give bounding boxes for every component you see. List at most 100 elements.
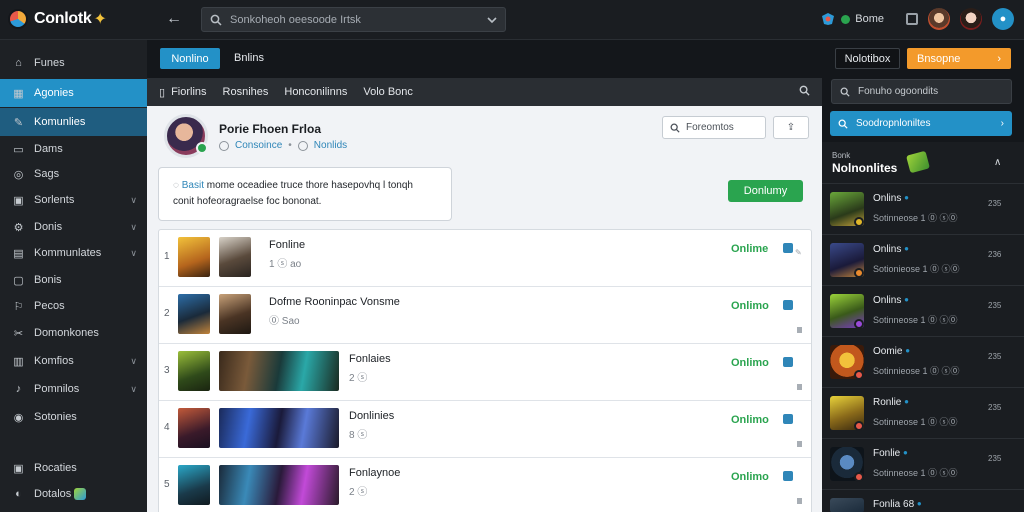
- sidebar-item-funes[interactable]: ⌂ Funes: [0, 50, 147, 76]
- friend-count: 235: [988, 454, 1002, 463]
- notify-button[interactable]: Nolotibox: [835, 48, 900, 69]
- lock-icon[interactable]: [783, 357, 793, 367]
- scroll-tick: [797, 384, 802, 390]
- status-dot-icon: [854, 319, 864, 329]
- friend-item[interactable]: Onlins ● Sotionieose 1 ⓪ ⓢ⓪ 236: [822, 234, 1024, 285]
- user-avatar[interactable]: [960, 8, 982, 30]
- sidebar-item-sags[interactable]: ◎ Sags: [0, 161, 147, 187]
- find-field[interactable]: [662, 116, 766, 139]
- gamepad-icon: ◎: [13, 168, 24, 181]
- online-heading[interactable]: Bnlins: [234, 52, 264, 64]
- friend-item[interactable]: Onlins ● Sotinneose 1 ⓪ ⓢ⓪ 235: [822, 183, 1024, 234]
- sparkle-icon: [74, 488, 87, 500]
- edit-icon[interactable]: ✎: [795, 248, 802, 257]
- account-icon[interactable]: ●: [992, 8, 1014, 30]
- users-icon: ▤: [13, 247, 24, 260]
- lock-icon[interactable]: [783, 414, 793, 424]
- tab-bar: ▯ Fiorlins Rosnihes Honconilinns Volo Bon…: [147, 78, 822, 106]
- friend-item[interactable]: Fonlia 68 ●: [822, 489, 1024, 512]
- window-icon[interactable]: [906, 13, 918, 25]
- globe-icon: [297, 140, 308, 151]
- sidebar-item-agonies[interactable]: ▦ Agonies: [0, 79, 147, 107]
- top-search-bar[interactable]: [201, 7, 506, 32]
- friend-status: Sotinneose 1 ⓪ ⓢ⓪: [873, 213, 958, 223]
- lock-icon[interactable]: [783, 471, 793, 481]
- notice-link[interactable]: Basit: [182, 180, 204, 191]
- friend-name-text: Onlins: [873, 193, 902, 204]
- table-row[interactable]: 5 Fonlaynoe 2 ⓢ Onlimo: [159, 458, 811, 512]
- status-dot-icon: [854, 370, 864, 380]
- friend-avatar: [830, 498, 864, 512]
- orange-action-button[interactable]: Bnsopne ›: [907, 48, 1011, 69]
- logo-icon: [8, 9, 28, 29]
- sidebar-item-label: Funes: [34, 57, 65, 69]
- chevron-right-icon: ›: [997, 52, 1001, 65]
- app-logo[interactable]: Conlotk ✦: [8, 6, 107, 32]
- chevron-up-icon[interactable]: ∧: [994, 157, 1001, 168]
- sidebar-item-bonis[interactable]: ▢ Bonis: [0, 267, 147, 293]
- sidebar-item-kommunlates[interactable]: ▤ Kommunlates ∨: [0, 240, 147, 266]
- friends-filter-button[interactable]: Soodropnloniltes ›: [830, 111, 1012, 136]
- profile-badge[interactable]: Bome: [820, 12, 884, 26]
- tab-rosnihes[interactable]: Rosnihes: [223, 86, 269, 98]
- friend-name-text: Fonlie: [873, 448, 901, 459]
- row-number: 5: [164, 479, 170, 490]
- sidebar-item-komfios[interactable]: ▥ Komfios ∨: [0, 348, 147, 374]
- friend-item[interactable]: Fonlie ● Sotinneose 1 ⓪ ⓢ⓪ 235: [822, 438, 1024, 489]
- verified-icon: ●: [904, 244, 909, 253]
- tab-fiorlins[interactable]: ▯ Fiorlins: [159, 86, 207, 99]
- friend-count: 235: [988, 301, 1002, 310]
- friend-item[interactable]: Ronlie ● Sotinneose 1 ⓪ ⓢ⓪ 235: [822, 387, 1024, 438]
- profile-meta-left[interactable]: Consoince: [235, 140, 282, 151]
- friend-count: 235: [988, 352, 1002, 361]
- row-title: Dofme Rooninpac Vonsme: [269, 296, 400, 308]
- friends-search-input[interactable]: [858, 86, 998, 97]
- online-status-icon: [196, 142, 208, 154]
- profile-name: Porie Fhoen Frloa: [219, 122, 322, 136]
- back-button[interactable]: ←: [162, 8, 186, 30]
- sidebar-item-pomnilos[interactable]: ♪ Pomnilos ∨: [0, 376, 147, 402]
- sidebar-item-label: Dams: [34, 143, 63, 155]
- sidebar-item-label: Sotonies: [34, 411, 77, 423]
- sidebar-item-dams[interactable]: ▭ Dams: [0, 136, 147, 162]
- table-row[interactable]: 2 Dofme Rooninpac Vonsme ⓪ Sao Onlimo: [159, 287, 811, 344]
- share-button[interactable]: ⇪: [773, 116, 809, 139]
- sidebar-item-pecos[interactable]: ⚐ Pecos: [0, 293, 147, 319]
- friend-status: Sotionieose 1 ⓪ ⓢ⓪: [873, 264, 960, 274]
- friend-name-text: Oomie: [873, 346, 903, 357]
- top-search-input[interactable]: [230, 13, 479, 26]
- sidebar-item-rocaties[interactable]: ▣ Rocaties: [0, 455, 147, 481]
- sidebar-item-sorlents[interactable]: ▣ Sorlents ∨: [0, 187, 147, 213]
- sidebar-item-donis[interactable]: ⚙ Donis ∨: [0, 214, 147, 240]
- friend-name: Ronlie ●: [873, 397, 909, 408]
- game-banner: [219, 351, 339, 391]
- search-icon[interactable]: [799, 85, 810, 96]
- sidebar-item-komunlies[interactable]: ✎ Komunlies: [0, 108, 157, 136]
- friend-item[interactable]: Onlins ● Sotinneose 1 ⓪ ⓢ⓪ 235: [822, 285, 1024, 336]
- friend-item[interactable]: Oomie ● Sotinnieose 1 ⓪ ⓢ⓪ 235: [822, 336, 1024, 387]
- friends-search[interactable]: [831, 79, 1012, 104]
- table-row[interactable]: 4 Donlinies 8 ⓢ Onlimo: [159, 401, 811, 458]
- new-button[interactable]: Nonlino: [160, 48, 220, 69]
- friend-avatar[interactable]: [928, 8, 950, 30]
- tab-volo-bonc[interactable]: Volo Bonc: [363, 86, 413, 98]
- join-button[interactable]: Donlumy: [728, 180, 803, 202]
- lock-icon[interactable]: [783, 300, 793, 310]
- lock-icon[interactable]: [783, 243, 793, 253]
- find-input[interactable]: [686, 122, 752, 133]
- sidebar-item-label: Sags: [34, 168, 60, 180]
- game-thumbnail: [178, 237, 210, 277]
- sidebar-item-dotalos[interactable]: ◐ Dotalos: [0, 481, 147, 507]
- sidebar-item-domonkones[interactable]: ✂ Domonkones: [0, 320, 147, 346]
- chevron-down-icon[interactable]: [487, 15, 497, 25]
- tab-honconilinns[interactable]: Honconilinns: [284, 86, 347, 98]
- table-row[interactable]: 3 Fonlaies 2 ⓢ Onlimo: [159, 344, 811, 401]
- table-row[interactable]: 1 Fonline 1 ⓢ ao Onlime ✎: [159, 230, 811, 287]
- sidebar-item-sotonies[interactable]: ◉ Sotonies: [0, 404, 147, 430]
- chevron-right-icon: ›: [1000, 118, 1004, 129]
- verified-icon: ●: [904, 397, 909, 406]
- row-subtitle: 8 ⓢ: [349, 430, 368, 441]
- row-status: Onlimo: [731, 414, 769, 426]
- profile-meta-right[interactable]: Nonlids: [314, 140, 347, 151]
- folder-icon: ▭: [13, 143, 24, 156]
